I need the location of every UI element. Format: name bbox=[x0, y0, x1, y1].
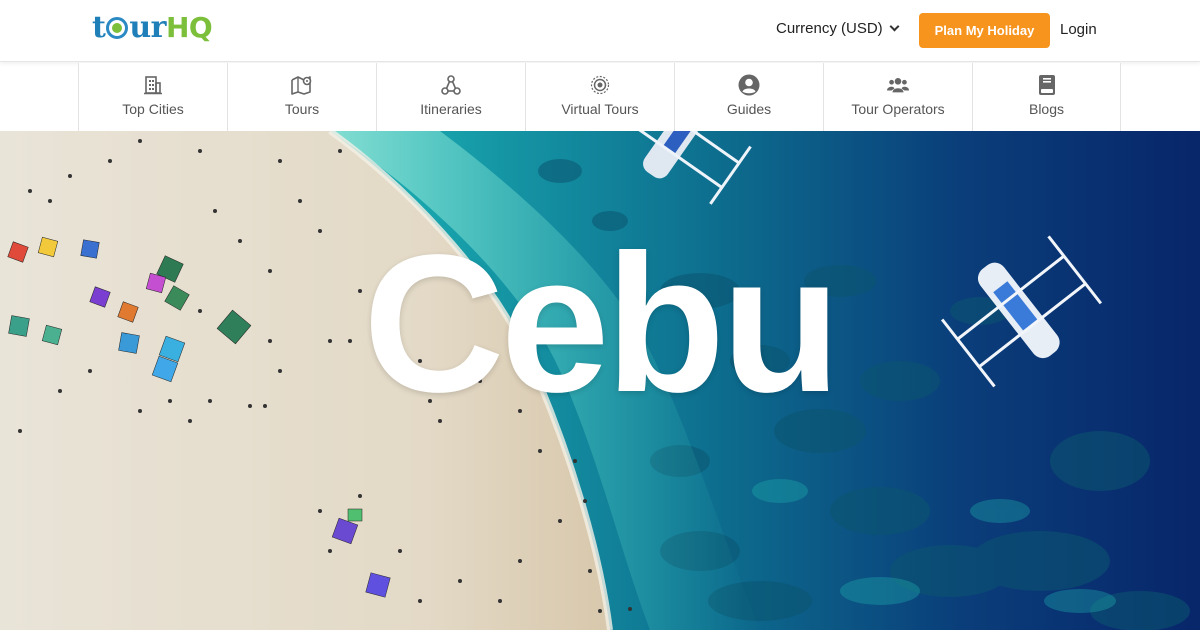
logo-letter-t: t bbox=[92, 10, 106, 45]
logo-letters-ur: ur bbox=[129, 10, 166, 45]
nav-label: Tours bbox=[284, 101, 320, 117]
nav-label: Itineraries bbox=[420, 101, 482, 117]
map-pin-icon bbox=[291, 74, 313, 96]
nav-item-tours[interactable]: Tours bbox=[227, 63, 376, 131]
nav-item-itineraries[interactable]: Itineraries bbox=[376, 63, 525, 131]
nav-label: Blogs bbox=[1028, 101, 1065, 117]
nav-label: Guides bbox=[726, 101, 772, 117]
hero-title: Cebu bbox=[363, 214, 841, 433]
main-nav: Top Cities Tours Itineraries Virtual Tou… bbox=[78, 63, 1121, 131]
nav-item-blogs[interactable]: Blogs bbox=[972, 63, 1121, 131]
route-icon bbox=[440, 74, 462, 96]
nav-item-tour-operators[interactable]: Tour Operators bbox=[823, 63, 972, 131]
virtual-tour-icon bbox=[589, 74, 611, 96]
nav-label: Tour Operators bbox=[851, 101, 945, 117]
logo-letters-hq: HQ bbox=[165, 11, 213, 44]
nav-item-guides[interactable]: Guides bbox=[674, 63, 823, 131]
user-circle-icon bbox=[738, 74, 760, 96]
nav-item-virtual-tours[interactable]: Virtual Tours bbox=[525, 63, 674, 131]
building-icon bbox=[142, 74, 164, 96]
users-group-icon bbox=[887, 74, 909, 96]
plan-my-holiday-button[interactable]: Plan My Holiday bbox=[919, 13, 1050, 48]
book-icon bbox=[1036, 74, 1058, 96]
currency-selector[interactable]: Currency (USD) bbox=[776, 20, 900, 37]
nav-label: Virtual Tours bbox=[561, 101, 639, 117]
hero-banner: Cebu bbox=[0, 131, 1200, 630]
site-header: t ur HQ Currency (USD) Plan My Holiday L… bbox=[0, 0, 1200, 62]
globe-icon bbox=[106, 17, 129, 39]
tourhq-logo[interactable]: t ur HQ bbox=[92, 10, 213, 50]
nav-item-top-cities[interactable]: Top Cities bbox=[78, 63, 227, 131]
chevron-down-icon bbox=[889, 21, 900, 32]
currency-label: Currency (USD) bbox=[776, 20, 883, 37]
nav-label: Top Cities bbox=[122, 101, 184, 117]
login-link[interactable]: Login bbox=[1060, 21, 1097, 38]
